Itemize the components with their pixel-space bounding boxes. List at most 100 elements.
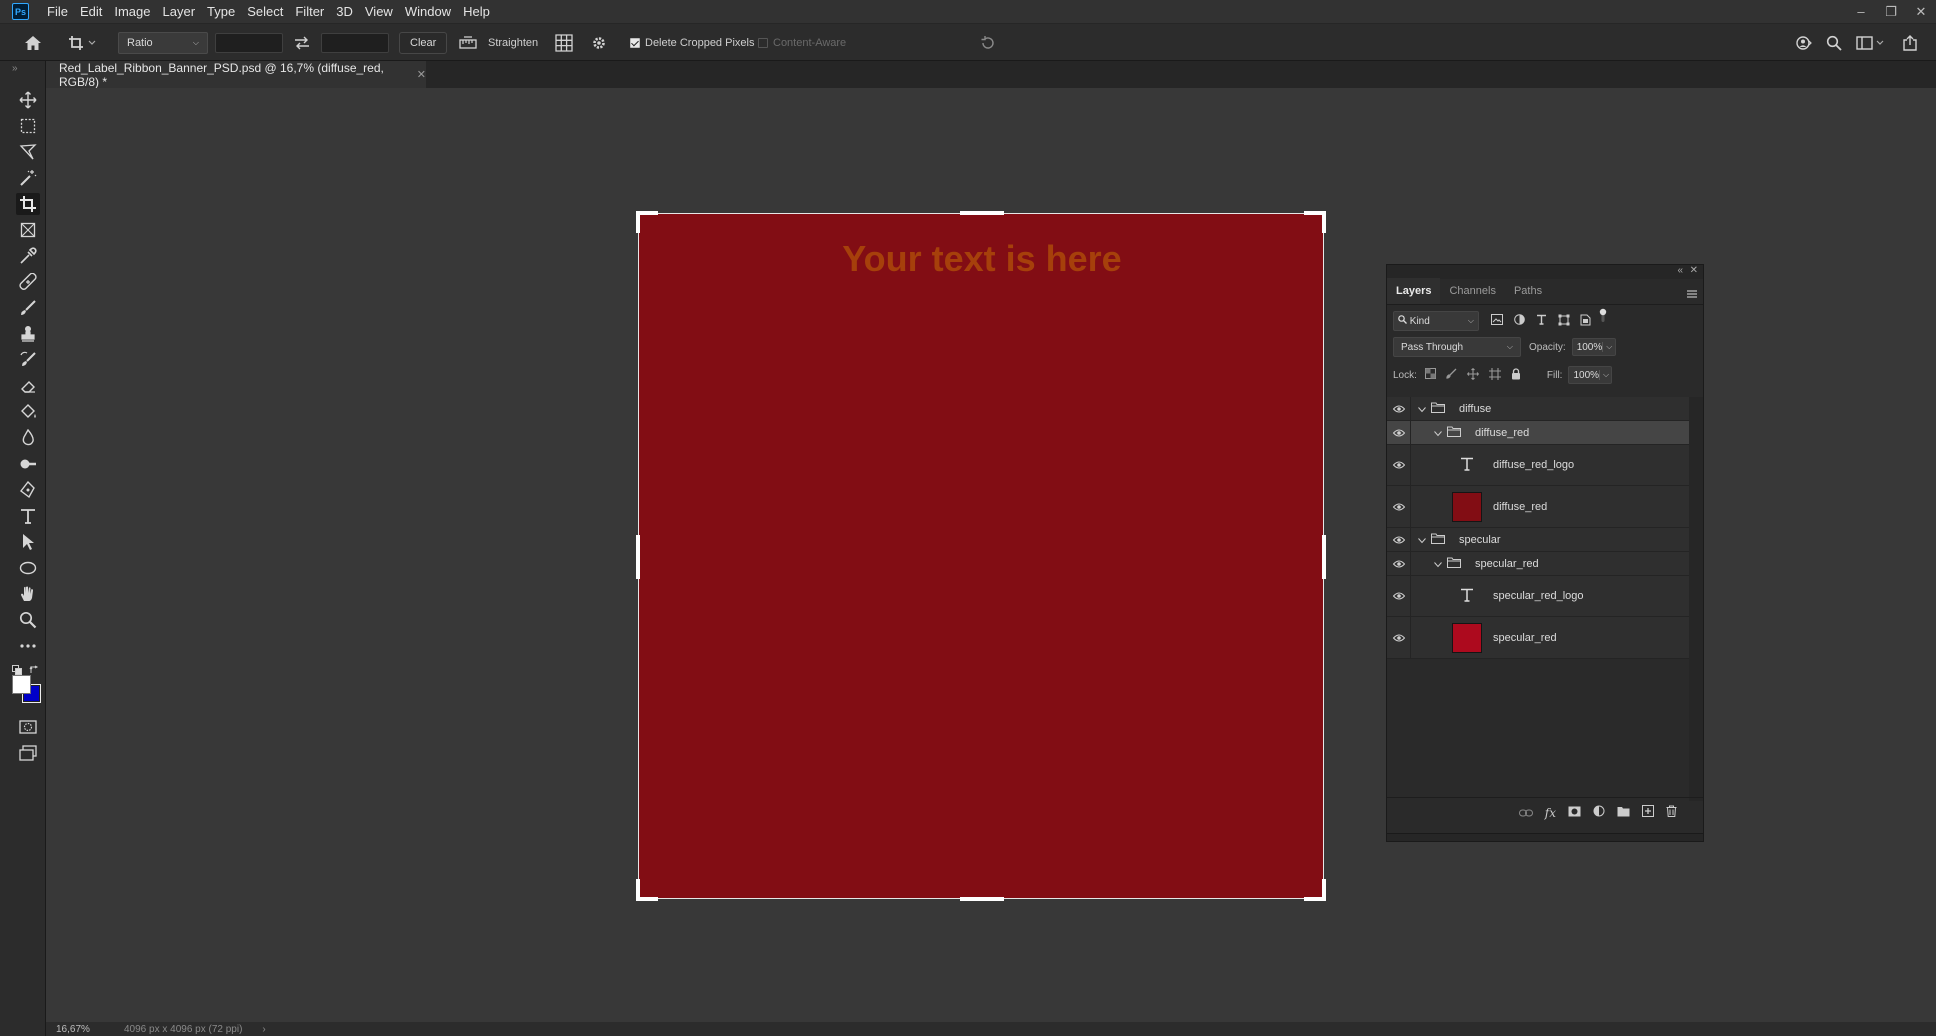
ratio-height-input[interactable] — [321, 33, 389, 53]
screen-mode-icon[interactable] — [16, 742, 40, 764]
filter-type-icon[interactable] — [1536, 314, 1547, 328]
visibility-eye-icon[interactable] — [1387, 576, 1411, 616]
layer-row[interactable]: diffuse_red_logo — [1387, 445, 1689, 486]
chevron-down-icon[interactable] — [1434, 426, 1442, 440]
chevron-down-icon[interactable] — [1434, 557, 1442, 571]
straighten-icon[interactable] — [459, 24, 477, 62]
menu-filter[interactable]: Filter — [289, 0, 330, 23]
crop-handle-right[interactable] — [1322, 535, 1326, 579]
menu-edit[interactable]: Edit — [74, 0, 108, 23]
foreground-color-swatch[interactable] — [12, 675, 31, 694]
dodge-tool-icon[interactable] — [16, 453, 40, 475]
zoom-tool-icon[interactable] — [16, 609, 40, 631]
frame-tool-icon[interactable] — [16, 219, 40, 241]
ratio-select[interactable]: Ratio ⌵ — [118, 32, 208, 54]
marquee-tool-icon[interactable] — [16, 115, 40, 137]
lock-position-icon[interactable] — [1467, 367, 1479, 383]
account-icon[interactable] — [1796, 24, 1814, 62]
paint-bucket-tool-icon[interactable] — [16, 401, 40, 423]
menu-image[interactable]: Image — [108, 0, 156, 23]
share-icon[interactable] — [1902, 24, 1918, 62]
menu-layer[interactable]: Layer — [157, 0, 202, 23]
visibility-eye-icon[interactable] — [1387, 617, 1411, 658]
lock-transparent-icon[interactable] — [1424, 368, 1436, 382]
crop-tool-icon[interactable] — [16, 193, 40, 215]
filter-toggle-icon[interactable] — [1599, 308, 1607, 327]
close-tab-icon[interactable]: ✕ — [417, 68, 426, 81]
workspace-icon[interactable] — [1856, 24, 1884, 62]
straighten-label[interactable]: Straighten — [488, 37, 538, 49]
eyedropper-tool-icon[interactable] — [16, 245, 40, 267]
fill-field[interactable]: 100% ⌵ — [1568, 366, 1613, 384]
blend-mode-select[interactable]: Pass Through ⌵ — [1393, 337, 1521, 357]
minimize-icon[interactable]: – — [1846, 0, 1876, 23]
crop-handle-left[interactable] — [636, 535, 640, 579]
tab-channels[interactable]: Channels — [1440, 278, 1504, 304]
kind-filter-select[interactable]: Kind ⌵ — [1393, 311, 1479, 331]
blur-tool-icon[interactable] — [16, 427, 40, 449]
layer-row[interactable]: specular_red — [1387, 552, 1689, 576]
search-icon[interactable] — [1826, 24, 1842, 62]
ratio-width-input[interactable] — [215, 33, 283, 53]
crop-handle-bottom-left-v[interactable] — [636, 879, 640, 901]
menu-type[interactable]: Type — [201, 0, 241, 23]
collapse-panel-icon[interactable]: « — [1677, 265, 1683, 276]
reset-icon[interactable] — [980, 24, 996, 62]
content-aware-checkbox[interactable] — [758, 38, 768, 48]
clear-button[interactable]: Clear — [399, 32, 448, 54]
delete-cropped-option[interactable]: Delete Cropped Pixels — [630, 24, 754, 62]
layer-list-scrollbar[interactable] — [1689, 397, 1703, 801]
gear-icon[interactable] — [591, 24, 607, 62]
crop-handle-top[interactable] — [960, 211, 1004, 215]
restore-icon[interactable]: ❐ — [1876, 0, 1906, 23]
add-mask-icon[interactable] — [1568, 806, 1581, 820]
filter-pixel-icon[interactable] — [1491, 314, 1503, 328]
layer-row[interactable]: specular_red_logo — [1387, 576, 1689, 617]
chevron-down-icon[interactable] — [1418, 533, 1426, 547]
layer-row[interactable]: diffuse_red — [1387, 421, 1689, 445]
lock-pixels-icon[interactable] — [1446, 368, 1457, 382]
swap-icon[interactable] — [294, 24, 310, 62]
opacity-field[interactable]: 100% ⌵ — [1571, 338, 1616, 356]
ellipse-tool-icon[interactable] — [16, 557, 40, 579]
more-tools-icon[interactable] — [16, 635, 40, 657]
chevron-right-icon[interactable]: › — [262, 1024, 265, 1035]
menu-select[interactable]: Select — [241, 0, 289, 23]
crop-handle-bottom-right-v[interactable] — [1322, 879, 1326, 901]
crop-handle-bottom[interactable] — [960, 897, 1004, 901]
crop-handle-top-right-v[interactable] — [1322, 211, 1326, 233]
path-selection-tool-icon[interactable] — [16, 531, 40, 553]
lock-artboard-icon[interactable] — [1488, 367, 1501, 383]
lock-all-icon[interactable] — [1511, 367, 1521, 383]
expand-panel-icon[interactable]: » — [12, 63, 18, 74]
history-brush-tool-icon[interactable] — [16, 349, 40, 371]
close-window-icon[interactable]: ✕ — [1906, 0, 1936, 23]
chevron-down-icon[interactable] — [1418, 402, 1426, 416]
pen-tool-icon[interactable] — [16, 479, 40, 501]
delete-layer-icon[interactable] — [1666, 805, 1677, 820]
clone-stamp-tool-icon[interactable] — [16, 323, 40, 345]
filter-adjustment-icon[interactable] — [1514, 314, 1525, 328]
fx-icon[interactable]: fx — [1545, 806, 1556, 820]
move-tool-icon[interactable] — [16, 89, 40, 111]
delete-cropped-checkbox[interactable] — [630, 38, 640, 48]
brush-tool-icon[interactable] — [16, 297, 40, 319]
home-icon[interactable] — [24, 24, 42, 62]
new-layer-icon[interactable] — [1642, 805, 1654, 820]
document-canvas[interactable]: Your text is here — [636, 211, 1326, 901]
tab-paths[interactable]: Paths — [1505, 278, 1551, 304]
new-group-icon[interactable] — [1617, 806, 1630, 820]
link-layers-icon[interactable] — [1518, 806, 1533, 820]
menu-3d[interactable]: 3D — [330, 0, 359, 23]
crop-tool-preset-icon[interactable] — [68, 24, 98, 62]
magic-wand-tool-icon[interactable] — [16, 167, 40, 189]
tab-layers[interactable]: Layers — [1387, 278, 1441, 304]
quick-mask-icon[interactable] — [16, 716, 40, 738]
menu-window[interactable]: Window — [399, 0, 457, 23]
visibility-eye-icon[interactable] — [1387, 486, 1411, 527]
layer-row[interactable]: diffuse_red — [1387, 486, 1689, 528]
crop-handle-top-left-v[interactable] — [636, 211, 640, 233]
visibility-eye-icon[interactable] — [1387, 421, 1411, 444]
layer-row[interactable]: specular — [1387, 528, 1689, 552]
filter-shape-icon[interactable] — [1558, 314, 1570, 329]
